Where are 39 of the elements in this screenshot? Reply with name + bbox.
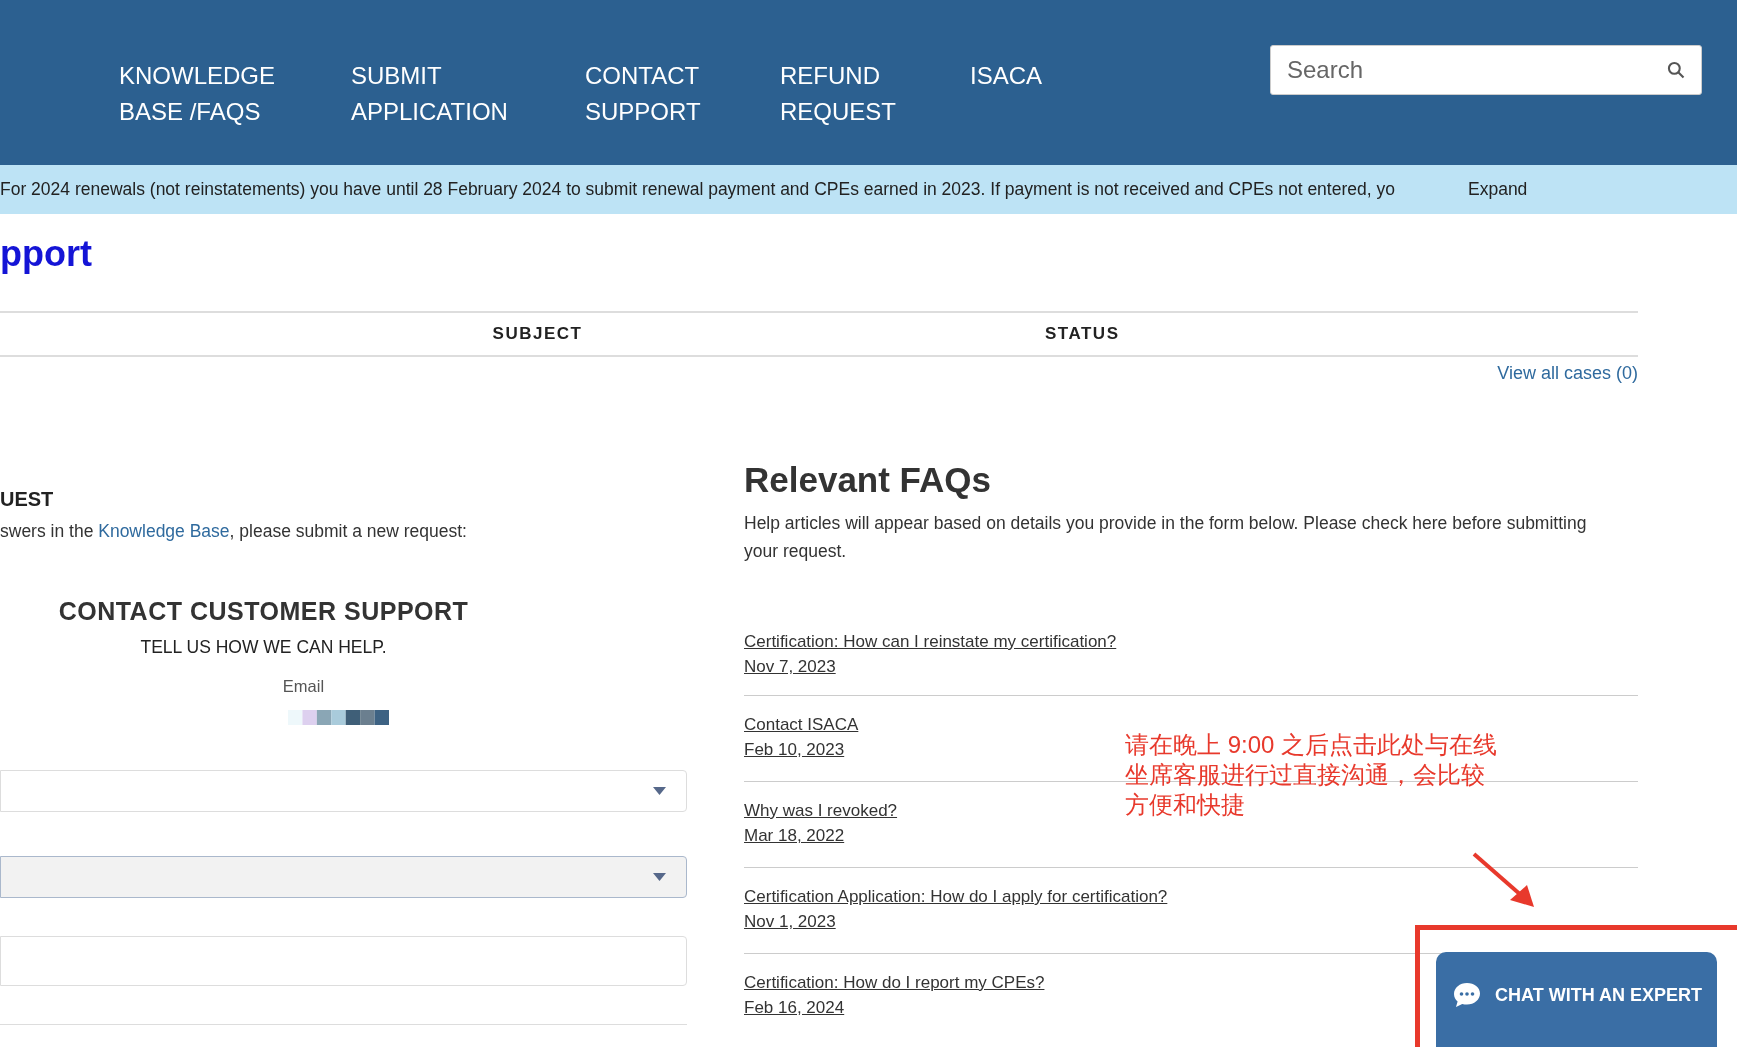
notice-text: For 2024 renewals (not reinstatements) you have until 28 February 2024 to submit renewal payment and CPEs earned in 2023. If payment is not received and CPEs not entered, yo [0, 178, 1396, 202]
knowledge-base-link[interactable]: Knowledge Base [98, 521, 230, 541]
nav-link[interactable]: KNOWLEDGE BASE /FAQS [119, 58, 351, 130]
caret-icon [653, 787, 666, 796]
faq-date[interactable]: Mar 18, 2022 [744, 823, 845, 848]
section-heading: UEST [0, 489, 55, 509]
faq-date[interactable]: Nov 1, 2023 [744, 909, 836, 934]
faq-link[interactable]: Why was I revoked? [744, 798, 898, 823]
search-icon[interactable] [1666, 60, 1686, 80]
chat-button[interactable]: CHAT WITH AN EXPERT [1436, 952, 1717, 1047]
nav-link[interactable]: CONTACT SUPPORT [585, 58, 780, 130]
view-all-cases-link[interactable]: View all cases (0) [1497, 360, 1638, 387]
nav-link[interactable]: ISACA [970, 58, 1130, 130]
arrow-icon [1472, 852, 1536, 909]
faq-date[interactable]: Feb 10, 2023 [744, 737, 845, 762]
faq-link[interactable]: Contact ISACA [744, 712, 859, 737]
dropdown-field[interactable] [0, 770, 687, 813]
annotation-text: 请在晚上 9:00 之后点击此处与在线 坐席客服进行过直接沟通，会比较 方便和快捷 [1125, 730, 1498, 820]
email-label: Email [282, 675, 325, 697]
faq-link[interactable]: Certification: How do I report my CPEs? [744, 970, 1045, 995]
form-subtitle: TELL US HOW WE CAN HELP. [140, 636, 387, 660]
page-title: pport [0, 236, 93, 272]
column-header: SUBJECT [492, 323, 583, 346]
nav-link[interactable]: REFUND REQUEST [780, 58, 970, 130]
faq-date[interactable]: Nov 7, 2023 [744, 654, 836, 679]
faqs-heading: Relevant FAQs [744, 462, 993, 497]
chat-bubble-icon [1453, 982, 1481, 1008]
faq-link[interactable]: Certification: How can I reinstate my certification? [744, 629, 1117, 654]
text-field[interactable] [0, 936, 687, 987]
faq-link[interactable]: Certification Application: How do I apply for certification? [744, 884, 1168, 909]
faqs-description: Help articles will appear based on details you provide in the form below. Please check here before submitting your request. [744, 512, 1588, 563]
search-field[interactable]: Search [1270, 45, 1702, 95]
nav-link[interactable]: SUBMIT APPLICATION [351, 58, 585, 130]
caret-icon [653, 873, 666, 882]
column-header: STATUS [1045, 323, 1120, 346]
intro-text: swers in the Knowledge Base, please submit a new request: [0, 520, 468, 543]
faq-date[interactable]: Feb 16, 2024 [744, 995, 845, 1020]
expand-link[interactable]: Expand [1468, 176, 1528, 203]
form-title: CONTACT CUSTOMER SUPPORT [58, 599, 469, 625]
